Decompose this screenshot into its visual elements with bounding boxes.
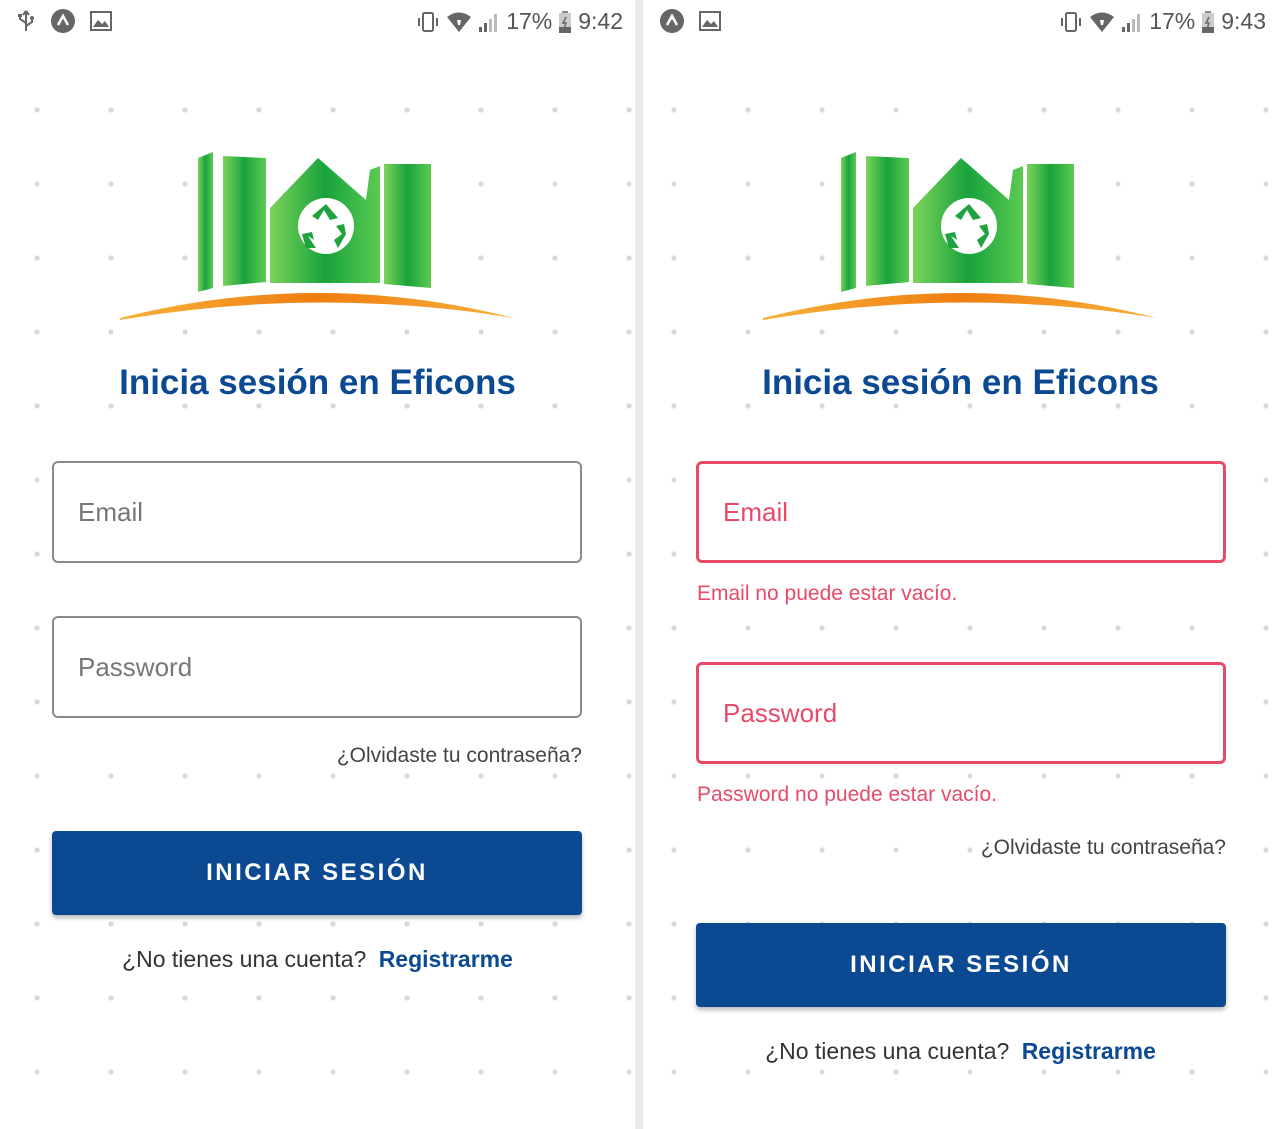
battery-icon	[558, 10, 572, 34]
screen-divider	[635, 0, 643, 1129]
email-input[interactable]	[699, 464, 1223, 560]
app-icon	[659, 8, 685, 34]
eficons-logo	[118, 148, 516, 323]
status-bar: 17% 9:43	[643, 0, 1278, 44]
page-title: Inicia sesión en Eficons	[762, 363, 1159, 402]
email-error-message: Email no puede estar vacío.	[697, 582, 958, 605]
register-link[interactable]: Registrarme	[379, 946, 513, 972]
eficons-logo	[761, 148, 1159, 323]
register-prompt: ¿No tienes una cuenta? Registrarme	[0, 946, 635, 973]
email-field[interactable]	[52, 461, 582, 563]
battery-percent: 17%	[1149, 8, 1196, 34]
register-prompt: ¿No tienes una cuenta? Registrarme	[643, 1038, 1278, 1065]
app-icon	[50, 8, 76, 34]
no-account-text: ¿No tienes una cuenta?	[765, 1038, 1010, 1064]
forgot-password-link[interactable]: ¿Olvidaste tu contraseña?	[696, 836, 1226, 860]
password-field[interactable]	[52, 616, 582, 718]
no-account-text: ¿No tienes una cuenta?	[122, 946, 367, 972]
status-bar: 17% 9:42	[0, 0, 635, 44]
image-icon	[699, 11, 721, 31]
forgot-password-link[interactable]: ¿Olvidaste tu contraseña?	[52, 744, 582, 768]
password-field[interactable]	[696, 662, 1226, 764]
page-title: Inicia sesión en Eficons	[119, 363, 516, 402]
login-screen-default: 17% 9:42 Inicia sesión en Eficons ¿Olvid…	[0, 0, 635, 1129]
image-icon	[90, 11, 112, 31]
password-input[interactable]	[699, 665, 1223, 761]
vibrate-icon	[1059, 10, 1083, 34]
email-input[interactable]	[54, 463, 580, 561]
password-input[interactable]	[54, 618, 580, 716]
battery-icon	[1201, 10, 1215, 34]
signal-icon	[478, 11, 500, 33]
password-error-message: Password no puede estar vacío.	[697, 783, 998, 806]
login-button[interactable]: INICIAR SESIÓN	[696, 923, 1226, 1007]
clock: 9:43	[1221, 8, 1266, 34]
wifi-icon	[446, 11, 472, 33]
register-link[interactable]: Registrarme	[1022, 1038, 1156, 1064]
vibrate-icon	[416, 10, 440, 34]
login-button[interactable]: INICIAR SESIÓN	[52, 831, 582, 915]
usb-icon	[16, 9, 36, 33]
battery-percent: 17%	[506, 8, 553, 34]
login-screen-errors: 17% 9:43 Inicia sesión en Eficons Email …	[643, 0, 1278, 1129]
clock: 9:42	[578, 8, 623, 34]
email-field[interactable]	[696, 461, 1226, 563]
signal-icon	[1121, 11, 1143, 33]
wifi-icon	[1089, 11, 1115, 33]
